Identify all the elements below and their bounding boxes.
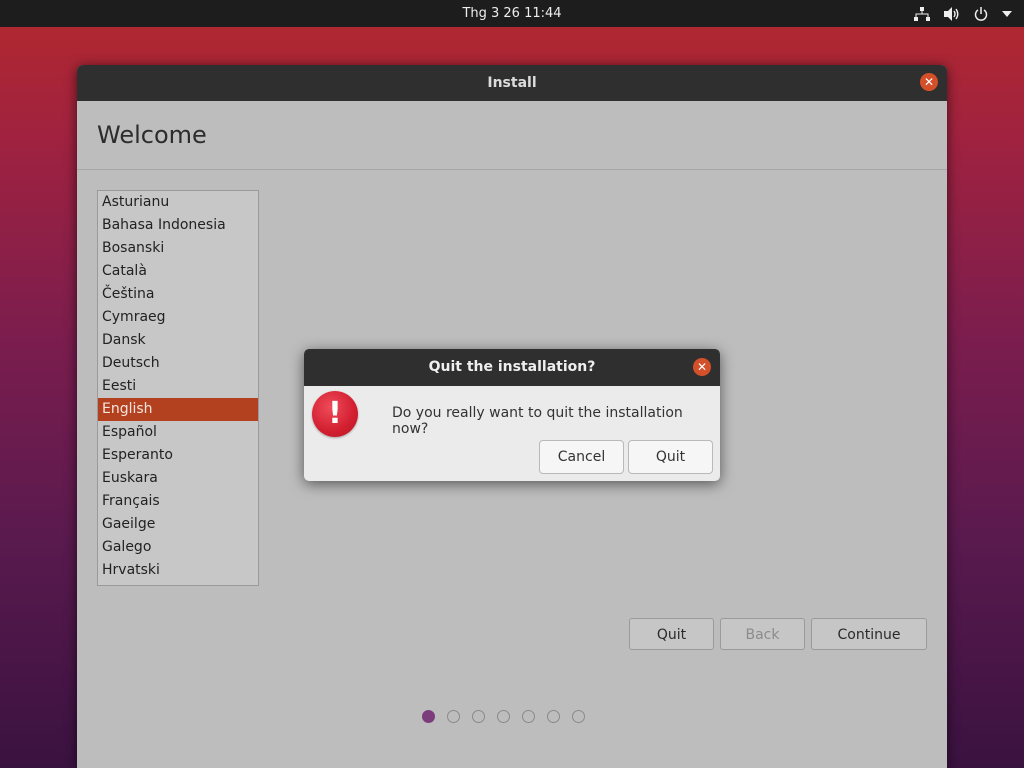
language-item[interactable]: Français — [98, 490, 258, 513]
language-item[interactable]: Español — [98, 421, 258, 444]
dialog-title: Quit the installation? — [428, 359, 596, 375]
dialog-message: Do you really want to quit the installat… — [392, 405, 683, 437]
cancel-button[interactable]: Cancel — [539, 440, 624, 474]
progress-dot — [472, 710, 485, 723]
progress-dot — [572, 710, 585, 723]
language-item[interactable]: Català — [98, 260, 258, 283]
header-divider — [77, 169, 947, 170]
language-item[interactable]: English — [98, 398, 258, 421]
dialog-close-icon[interactable]: ✕ — [693, 358, 711, 376]
language-item[interactable]: Asturianu — [98, 191, 258, 214]
language-item[interactable]: Deutsch — [98, 352, 258, 375]
window-title: Install — [487, 75, 537, 91]
top-bar: Thg 3 26 11:44 — [0, 0, 1024, 27]
language-item[interactable]: Esperanto — [98, 444, 258, 467]
language-list[interactable]: Asturianu Bahasa Indonesia Bosanski Català Č… — [97, 190, 259, 586]
window-close-icon[interactable]: ✕ — [920, 73, 938, 91]
language-item[interactable]: Dansk — [98, 329, 258, 352]
window-titlebar[interactable]: Install — [77, 65, 947, 101]
quit-button[interactable]: Quit — [629, 618, 714, 650]
language-item[interactable]: Eesti — [98, 375, 258, 398]
progress-dot — [422, 710, 435, 723]
error-icon: ! — [312, 391, 358, 437]
back-button[interactable]: Back — [720, 618, 805, 650]
progress-dot — [547, 710, 560, 723]
language-item[interactable]: Galego — [98, 536, 258, 559]
volume-icon[interactable] — [944, 6, 960, 21]
network-icon[interactable] — [914, 6, 930, 21]
language-item[interactable]: Bosanski — [98, 237, 258, 260]
language-item[interactable]: Hrvatski — [98, 559, 258, 582]
language-item[interactable]: Bahasa Indonesia — [98, 214, 258, 237]
continue-button[interactable]: Continue — [811, 618, 927, 650]
menu-arrow-icon[interactable] — [1002, 10, 1012, 17]
power-icon[interactable] — [974, 6, 988, 21]
dialog-titlebar[interactable]: Quit the installation? — [304, 349, 720, 386]
page-title: Welcome — [97, 121, 207, 149]
progress-dots — [422, 710, 585, 723]
language-item[interactable]: Gaeilge — [98, 513, 258, 536]
dialog-quit-button[interactable]: Quit — [628, 440, 713, 474]
quit-dialog: Quit the installation? ✕ ! Do you really… — [304, 349, 720, 481]
language-item[interactable]: Čeština — [98, 283, 258, 306]
clock[interactable]: Thg 3 26 11:44 — [0, 0, 1024, 27]
progress-dot — [497, 710, 510, 723]
system-tray[interactable] — [914, 0, 1012, 27]
progress-dot — [447, 710, 460, 723]
language-item[interactable]: Euskara — [98, 467, 258, 490]
language-item[interactable]: Cymraeg — [98, 306, 258, 329]
progress-dot — [522, 710, 535, 723]
